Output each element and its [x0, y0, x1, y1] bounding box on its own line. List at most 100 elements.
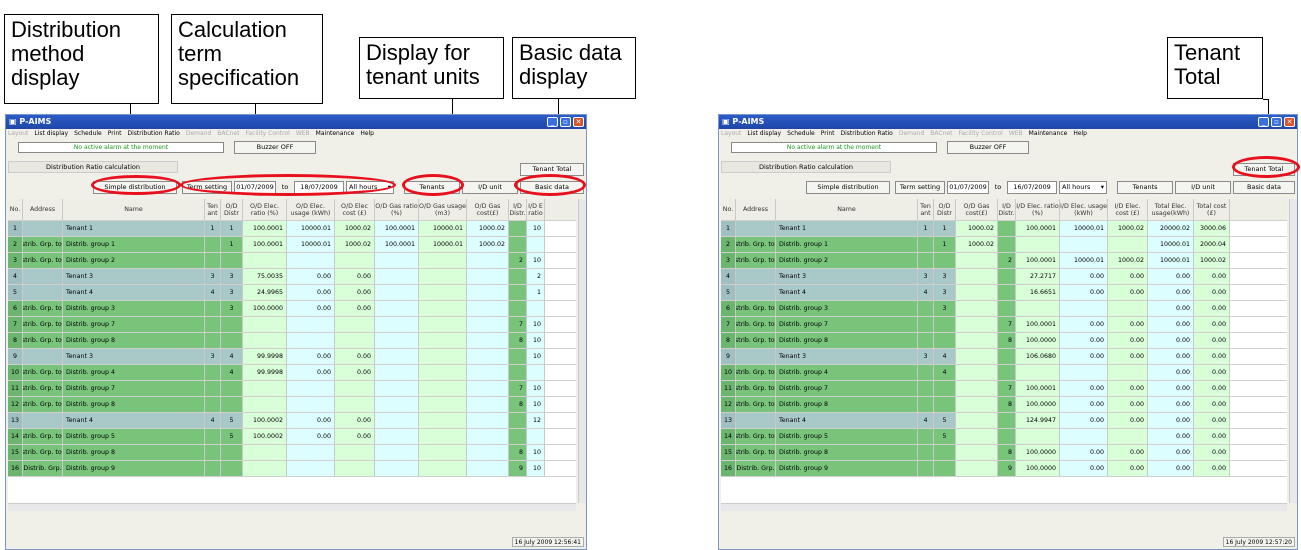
maximize-icon[interactable]: ▫ [1271, 117, 1282, 127]
menu-item[interactable]: BACnet [930, 130, 952, 137]
horizontal-scrollbar[interactable] [8, 503, 576, 511]
menu-item[interactable]: Print [108, 130, 122, 137]
date-from-field[interactable]: 01/07/2009 [947, 181, 989, 194]
table-row[interactable]: 12Distrib. Grp. totalDistrib. group 8 810 [8, 397, 576, 413]
table-row[interactable]: 11Distrib. Grp. totalDistrib. group 7 710… [721, 381, 1287, 397]
close-icon[interactable]: ✕ [1284, 117, 1295, 127]
id-unit-button[interactable]: I/D unit [462, 181, 518, 194]
tenants-button[interactable]: Tenants [1117, 181, 1173, 194]
table-row[interactable]: 15Distrib. Grp. totalDistrib. group 8 810… [721, 445, 1287, 461]
table-row[interactable]: 13 Tenant 4 4 5 124.9947 0.00 0.00 0.00 0.00 [721, 413, 1287, 429]
column-header[interactable]: O/D Elec. usage (kWh) [287, 199, 335, 220]
table-row[interactable]: 7Distrib. Grp. totalDistrib. group 77100… [721, 317, 1287, 333]
menu-item[interactable]: Demand [899, 130, 924, 137]
menu-item[interactable]: Demand [186, 130, 211, 137]
menu-item[interactable]: Maintenance [1029, 130, 1068, 137]
hours-select[interactable]: All hours ▾ [1059, 181, 1107, 194]
vertical-scrollbar[interactable] [578, 199, 586, 503]
table-row[interactable]: 1 Tenant 1 1 1 100.0001 10000.01 1000.02 100.00… [8, 221, 576, 237]
table-row[interactable]: 8Distrib. Grp. totalDistrib. group 8810 [8, 333, 576, 349]
term-setting-button[interactable]: Term setting [895, 181, 945, 194]
column-header[interactable]: No. [721, 199, 736, 220]
table-row[interactable]: 14Distrib. Grp. totalDistrib. group 5 510… [8, 429, 576, 445]
menu-item[interactable]: Help [1073, 130, 1087, 137]
menu-item[interactable]: Facility Control [245, 130, 289, 137]
table-row[interactable]: 2Distrib. Grp. totalDistrib. group 11100… [721, 237, 1287, 253]
column-header[interactable]: Ten ant [205, 199, 221, 220]
menu-item[interactable]: Layout [721, 130, 741, 137]
table-row[interactable]: 3Distrib. Grp. totalDistrib. group 2 210 [8, 253, 576, 269]
table-row[interactable]: 2Distrib. Grp. totalDistrib. group 11100… [8, 237, 576, 253]
table-row[interactable]: 3Distrib. Grp. totalDistrib. group 22100… [721, 253, 1287, 269]
buzzer-off-button[interactable]: Buzzer OFF [234, 141, 316, 154]
column-header[interactable]: Address [736, 199, 776, 220]
column-header[interactable]: I/D Distr. [509, 199, 527, 220]
menu-item[interactable]: WEB [296, 130, 310, 137]
column-header[interactable]: Total Elec. usage(kWh) [1148, 199, 1194, 220]
menu-item[interactable]: Distribution Ratio [841, 130, 893, 137]
table-row[interactable]: 15Distrib. Grp. totalDistrib. group 8 810 [8, 445, 576, 461]
menu-item[interactable]: Schedule [74, 130, 102, 137]
date-to-field[interactable]: 16/07/2009 [1007, 181, 1057, 194]
minimize-icon[interactable]: _ [547, 117, 558, 127]
column-header[interactable]: O/D Distr [934, 199, 956, 220]
table-row[interactable]: 9 Tenant 3 3 4 99.9998 0.00 0.00 10 [8, 349, 576, 365]
menu-item[interactable]: Schedule [787, 130, 815, 137]
table-row[interactable]: 1 Tenant 1 1 1 1000.02 100.0001 10000.01 1000.0… [721, 221, 1287, 237]
table-row[interactable]: 4 Tenant 3 3 3 75.0035 0.00 0.00 2 [8, 269, 576, 285]
menu-item[interactable]: Help [360, 130, 374, 137]
column-header[interactable]: O/D Gas usage (m3) [419, 199, 467, 220]
menu-item[interactable]: Maintenance [316, 130, 355, 137]
column-header[interactable]: Total cost (£) [1194, 199, 1230, 220]
table-row[interactable]: 4 Tenant 3 3 3 27.2717 0.00 0.00 0.00 0.00 [721, 269, 1287, 285]
minimize-icon[interactable]: _ [1258, 117, 1269, 127]
menu-item[interactable]: Print [821, 130, 835, 137]
table-row[interactable]: 5 Tenant 4 4 3 16.6651 0.00 0.00 0.00 0.00 [721, 285, 1287, 301]
simple-distribution-button[interactable]: Simple distribution [806, 181, 890, 194]
table-row[interactable]: 6Distrib. Grp. totalDistrib. group 3 3100… [8, 301, 576, 317]
menu-item[interactable]: Facility Control [958, 130, 1002, 137]
column-header[interactable]: I/D Elec. ratio (%) [1016, 199, 1060, 220]
table-row[interactable]: 16 Distrib. Grp. Distrib. group 9 9 100.0000… [721, 461, 1287, 477]
column-header[interactable]: I/D Distr. [998, 199, 1016, 220]
menu-item[interactable]: Distribution Ratio [128, 130, 180, 137]
column-header[interactable]: O/D Distr [221, 199, 243, 220]
column-header[interactable]: No. [8, 199, 23, 220]
column-header[interactable]: O/D Elec cost (£) [335, 199, 375, 220]
column-header[interactable]: I/D E ratio [527, 199, 545, 220]
column-header[interactable]: I/D Elec. cost (£) [1108, 199, 1148, 220]
table-row[interactable]: 10Distrib. Grp. totalDistrib. group 4 4 0.… [721, 365, 1287, 381]
menu-item[interactable]: BACnet [217, 130, 239, 137]
horizontal-scrollbar[interactable] [721, 503, 1287, 511]
vertical-scrollbar[interactable] [1289, 199, 1297, 503]
table-row[interactable]: 7Distrib. Grp. totalDistrib. group 7710 [8, 317, 576, 333]
column-header[interactable]: O/D Gas cost(£) [956, 199, 998, 220]
id-unit-button[interactable]: I/D unit [1175, 181, 1231, 194]
table-row[interactable]: 13 Tenant 4 4 5 100.0002 0.00 0.00 12 [8, 413, 576, 429]
column-header[interactable]: Address [23, 199, 63, 220]
maximize-icon[interactable]: ▫ [560, 117, 571, 127]
table-row[interactable]: 11Distrib. Grp. totalDistrib. group 7 710 [8, 381, 576, 397]
table-row[interactable]: 8Distrib. Grp. totalDistrib. group 88100… [721, 333, 1287, 349]
table-row[interactable]: 5 Tenant 4 4 3 24.9965 0.00 0.00 1 [8, 285, 576, 301]
column-header[interactable]: O/D Gas ratio (%) [375, 199, 419, 220]
column-header[interactable]: Name [63, 199, 205, 220]
table-row[interactable]: 6Distrib. Grp. totalDistrib. group 3 3 0.0… [721, 301, 1287, 317]
table-row[interactable]: 9 Tenant 3 3 4 106.0680 0.00 0.00 0.00 0.00 [721, 349, 1287, 365]
table-row[interactable]: 10Distrib. Grp. totalDistrib. group 4 499… [8, 365, 576, 381]
column-header[interactable]: Name [776, 199, 918, 220]
column-header[interactable]: Ten ant [918, 199, 934, 220]
table-row[interactable]: 14Distrib. Grp. totalDistrib. group 5 5 0.… [721, 429, 1287, 445]
buzzer-off-button[interactable]: Buzzer OFF [947, 141, 1029, 154]
menu-item[interactable]: List display [747, 130, 781, 137]
column-header[interactable]: I/D Elec. usage (kWh) [1060, 199, 1108, 220]
basic-data-button[interactable]: Basic data [1233, 181, 1295, 194]
column-header[interactable]: O/D Elec. ratio (%) [243, 199, 287, 220]
menu-item[interactable]: WEB [1009, 130, 1023, 137]
column-header[interactable]: O/D Gas cost(£) [467, 199, 509, 220]
menu-item[interactable]: Layout [8, 130, 28, 137]
table-row[interactable]: 12Distrib. Grp. totalDistrib. group 8 810… [721, 397, 1287, 413]
close-icon[interactable]: ✕ [573, 117, 584, 127]
table-row[interactable]: 16 Distrib. Grp. Distrib. group 9 9 10 [8, 461, 576, 477]
menu-item[interactable]: List display [34, 130, 68, 137]
